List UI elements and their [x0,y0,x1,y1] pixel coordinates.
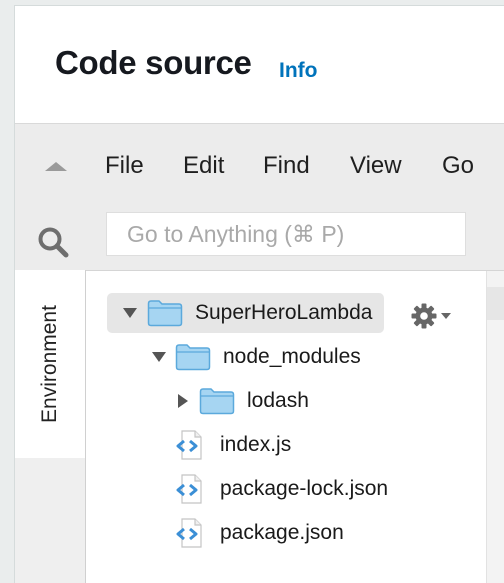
chevron-right-icon[interactable] [174,394,192,408]
folder-icon [175,344,211,371]
tree-settings-button[interactable] [410,299,460,333]
tree-item-label: package.json [220,521,344,544]
menu-file[interactable]: File [105,152,144,180]
menu-edit[interactable]: Edit [183,152,224,180]
tree-item-lodash[interactable]: lodash [174,381,309,421]
code-file-icon [176,518,202,548]
menu-go[interactable]: Go [442,152,474,180]
tree-item-label: index.js [220,433,292,456]
code-file-icon [176,474,202,504]
tree-item-superherolambda[interactable]: SuperHeroLambda [107,293,384,333]
tree-item-node-modules[interactable]: node_modules [150,337,361,377]
info-link[interactable]: Info [279,59,317,83]
editor-area-edge [486,271,504,583]
panel-header: Code source Info [15,6,504,123]
left-rail-lower [15,458,86,583]
environment-tab[interactable]: Environment [15,270,86,459]
go-to-anything-input[interactable] [106,212,466,256]
chevron-down-icon[interactable] [121,308,139,318]
chevron-up-icon[interactable] [45,162,67,171]
menu-find[interactable]: Find [263,152,310,180]
tree-item-label: node_modules [223,345,361,368]
folder-icon [199,388,235,415]
chevron-down-icon [441,313,451,319]
folder-icon [147,300,183,327]
environment-tab-label: Environment [38,305,61,423]
tree-item-label: lodash [247,389,309,412]
code-file-icon [176,430,202,460]
tree-item-index-js[interactable]: index.js [175,425,291,465]
app-frame: Code source Info File Edit Find View Go … [0,0,504,583]
editor-tab-edge [487,287,504,320]
search-icon[interactable] [35,224,71,260]
gear-icon [411,303,437,329]
tree-item-package-json[interactable]: package.json [175,513,344,553]
tree-item-package-lock-json[interactable]: package-lock.json [175,469,388,509]
tree-item-label: SuperHeroLambda [195,301,373,324]
editor-menu-bar: File Edit Find View Go [15,123,504,207]
page-title: Code source [55,44,252,81]
tree-item-label: package-lock.json [220,477,389,500]
code-source-panel: Code source Info File Edit Find View Go … [14,5,504,583]
menu-view[interactable]: View [350,152,402,180]
chevron-down-icon[interactable] [150,352,168,362]
